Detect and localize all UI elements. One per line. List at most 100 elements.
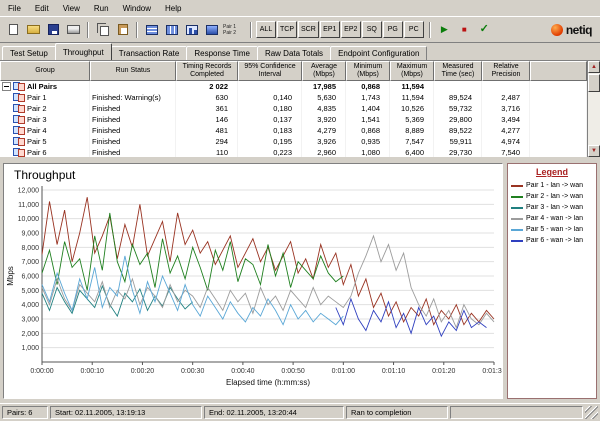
legend-panel: Legend Pair 1 - lan -> wan Pair 2 - lan …: [507, 163, 597, 399]
view-tab[interactable]: Endpoint Configuration: [330, 46, 427, 60]
view-filter-button[interactable]: TCP: [277, 21, 297, 38]
precision-cell: 4,277: [482, 125, 530, 136]
menu-item[interactable]: Window: [117, 2, 159, 15]
minimum-cell: 1,743: [346, 92, 390, 103]
column-header[interactable]: Maximum (Mbps): [390, 61, 434, 81]
svg-text:0:01:00: 0:01:00: [332, 368, 355, 375]
precision-cell: 2,487: [482, 92, 530, 103]
group-cell: Pair 4: [0, 125, 90, 136]
precision-cell: 3,494: [482, 114, 530, 125]
pair-names-button[interactable]: Pair 1 Pair 2: [222, 20, 246, 39]
maximum-cell: 8,889: [390, 125, 434, 136]
view-tab[interactable]: Transaction Rate: [111, 46, 188, 60]
column-header[interactable]: Timing Records Completed: [176, 61, 238, 81]
column-header[interactable]: Group: [0, 61, 90, 81]
table-row[interactable]: Pair 4 Finished 481 0,183 4,279 0,868 8,…: [0, 125, 587, 136]
legend-label: Pair 4 - wan -> lan: [526, 215, 583, 222]
new-test-button[interactable]: [4, 20, 23, 39]
records-cell: 294: [176, 136, 238, 147]
legend-line-swatch: [511, 229, 523, 231]
scrollbar-track[interactable]: [588, 93, 600, 145]
minimum-cell: 0,868: [346, 81, 390, 92]
print-button[interactable]: [64, 20, 83, 39]
netiq-logo-text: netiq: [566, 23, 592, 37]
column-header[interactable]: Run Status: [90, 61, 176, 81]
menu-item[interactable]: Run: [88, 2, 117, 15]
svg-text:4,000: 4,000: [21, 302, 39, 309]
open-test-button[interactable]: [24, 20, 43, 39]
column-header[interactable]: Measured Time (sec): [434, 61, 482, 81]
group-view-button[interactable]: [182, 20, 201, 39]
menu-item[interactable]: View: [57, 2, 88, 15]
verify-button[interactable]: ✓: [475, 20, 494, 39]
average-cell: 2,960: [302, 147, 346, 157]
pair-icon: [13, 126, 25, 135]
svg-text:2,000: 2,000: [21, 331, 39, 338]
console-view-button[interactable]: [202, 20, 221, 39]
scroll-down-icon[interactable]: ▼: [588, 145, 600, 157]
status-segment: Start: 02.11.2005, 13:19:13: [50, 406, 202, 419]
column-header[interactable]: Relative Precision: [482, 61, 530, 81]
view-tab[interactable]: Response Time: [186, 46, 258, 60]
status-segment: Pairs: 6: [2, 406, 48, 419]
paste-button[interactable]: [113, 20, 132, 39]
table-row[interactable]: Pair 1 Finished: Warning(s) 630 0,140 5,…: [0, 92, 587, 103]
save-icon: [48, 24, 59, 35]
scroll-up-icon[interactable]: ▲: [588, 61, 600, 73]
table-row[interactable]: Pair 2 Finished 361 0,180 4,835 1,404 10…: [0, 103, 587, 114]
column-header[interactable]: 95% Confidence Interval: [238, 61, 302, 81]
resize-grip[interactable]: [585, 406, 598, 419]
svg-text:0:00:50: 0:00:50: [281, 368, 304, 375]
svg-text:5,000: 5,000: [21, 288, 39, 295]
average-cell: 4,835: [302, 103, 346, 114]
records-cell: 481: [176, 125, 238, 136]
pair-icon: [13, 93, 25, 102]
stop-test-button[interactable]: ■: [455, 20, 474, 39]
table-scrollbar[interactable]: ▲ ▼: [587, 61, 600, 157]
legend-item: Pair 6 - wan -> lan: [508, 235, 596, 246]
copy-button[interactable]: [93, 20, 112, 39]
save-test-button[interactable]: [44, 20, 63, 39]
view-tab[interactable]: Raw Data Totals: [257, 46, 331, 60]
status-cell: Finished: [90, 147, 176, 157]
edit-pair-button[interactable]: [162, 20, 181, 39]
time-cell: 89,524: [434, 92, 482, 103]
view-tab[interactable]: Test Setup: [2, 46, 56, 60]
legend-item: Pair 3 - lan -> wan: [508, 202, 596, 213]
column-header[interactable]: Average (Mbps): [302, 61, 346, 81]
records-cell: 361: [176, 103, 238, 114]
table-row[interactable]: Pair 3 Finished 146 0,137 3,920 1,541 5,…: [0, 114, 587, 125]
group-label: Pair 1: [27, 92, 47, 103]
filler-cell: [530, 125, 587, 136]
view-tab[interactable]: Throughput: [55, 43, 112, 60]
pair-icon: [13, 115, 25, 124]
scrollbar-thumb[interactable]: [588, 74, 600, 92]
group-cell: Pair 3: [0, 114, 90, 125]
time-cell: 29,730: [434, 147, 482, 157]
view-filter-button[interactable]: SCR: [298, 21, 319, 38]
toolbar: Pair 1 Pair 2 ALLTCPSCREP1EP2SQPGPC ▶ ■ …: [0, 17, 600, 43]
view-filter-button[interactable]: EP1: [320, 21, 340, 38]
svg-text:0:00:30: 0:00:30: [181, 368, 204, 375]
collapse-expander-icon[interactable]: [2, 82, 11, 91]
column-header[interactable]: Minimum (Mbps): [346, 61, 390, 81]
view-filter-button[interactable]: EP2: [341, 21, 361, 38]
view-filter-button[interactable]: SQ: [362, 21, 382, 38]
table-row-all-pairs[interactable]: All Pairs 2 022 17,985 0,868 11,594: [0, 81, 587, 92]
chart-title: Throughput: [4, 164, 502, 182]
menu-item[interactable]: Help: [159, 2, 189, 15]
throughput-chart: 1,0002,0003,0004,0005,0006,0007,0008,000…: [4, 182, 502, 392]
open-folder-icon: [27, 25, 40, 34]
filler-cell: [530, 136, 587, 147]
add-pair-button[interactable]: [142, 20, 161, 39]
table-row[interactable]: Pair 6 Finished 110 0,223 2,960 1,080 6,…: [0, 147, 587, 157]
status-cell: Finished: [90, 114, 176, 125]
run-test-button[interactable]: ▶: [435, 20, 454, 39]
precision-cell: 4,974: [482, 136, 530, 147]
view-filter-button[interactable]: PC: [404, 21, 424, 38]
table-row[interactable]: Pair 5 Finished 294 0,195 3,926 0,935 7,…: [0, 136, 587, 147]
menu-item[interactable]: Edit: [29, 2, 57, 15]
view-filter-button[interactable]: PG: [383, 21, 403, 38]
view-filter-button[interactable]: ALL: [256, 21, 276, 38]
menu-item[interactable]: File: [2, 2, 29, 15]
